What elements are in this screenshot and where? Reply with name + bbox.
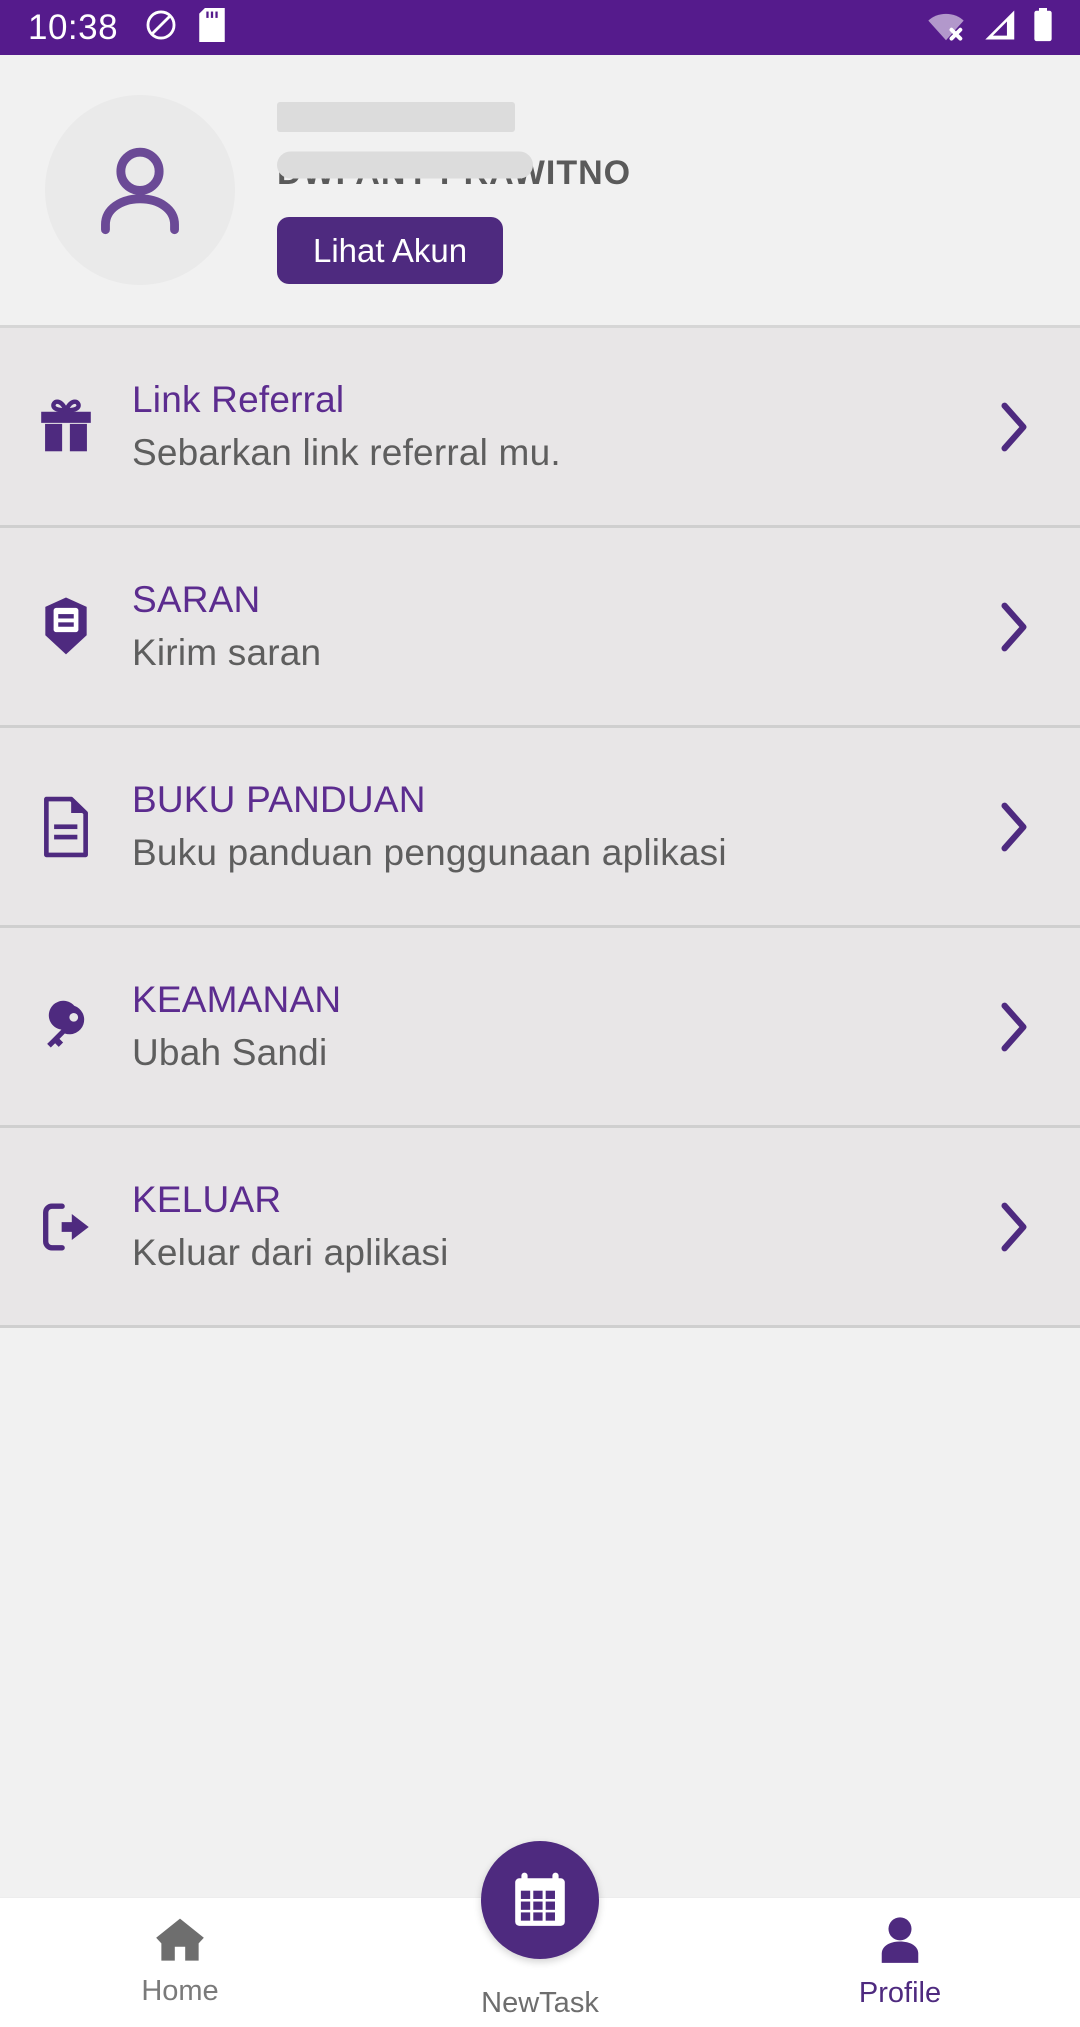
status-bar: 10:38 <box>0 0 1080 55</box>
view-account-button[interactable]: Lihat Akun <box>277 217 504 285</box>
menu-item-title: KELUAR <box>132 1178 282 1220</box>
menu-text: SARAN Kirim saran <box>132 579 984 674</box>
chevron-right-icon[interactable] <box>984 401 1044 453</box>
user-avatar-icon <box>101 147 179 235</box>
status-clock: 10:38 <box>28 8 119 47</box>
home-icon <box>154 1915 206 1968</box>
do-not-disturb-icon <box>144 8 178 47</box>
profile-header: 000456612 DWI ANY PRAWITNO Lihat Akun <box>0 55 1080 325</box>
logout-icon <box>0 1198 132 1256</box>
menu-item-title: Link Referral <box>132 378 345 420</box>
menu-item-buku-panduan[interactable]: BUKU PANDUAN Buku panduan penggunaan apl… <box>0 728 1080 928</box>
cellular-signal-icon <box>982 9 1016 46</box>
mail-envelope-icon <box>0 596 132 658</box>
new-task-fab[interactable] <box>481 1841 599 1959</box>
nav-label-home: Home <box>141 1975 219 2007</box>
menu-item-title: BUKU PANDUAN <box>132 778 426 820</box>
menu-item-keluar[interactable]: KELUAR Keluar dari aplikasi <box>0 1128 1080 1328</box>
menu-item-keamanan[interactable]: KEAMANAN Ubah Sandi <box>0 928 1080 1128</box>
menu-text: KELUAR Keluar dari aplikasi <box>132 1179 984 1274</box>
status-left-icons <box>144 8 226 47</box>
account-id-row: 000456612 <box>277 96 631 138</box>
menu-text: KEAMANAN Ubah Sandi <box>132 979 984 1074</box>
nav-item-home[interactable]: Home <box>0 1898 360 2006</box>
menu-item-title: SARAN <box>132 578 261 620</box>
avatar <box>45 95 235 285</box>
menu-item-subtitle: Kirim saran <box>132 631 322 673</box>
menu-item-title: KEAMANAN <box>132 978 342 1020</box>
key-icon <box>0 998 132 1056</box>
menu-item-saran[interactable]: SARAN Kirim saran <box>0 528 1080 728</box>
chevron-right-icon[interactable] <box>984 1001 1044 1053</box>
calendar-icon <box>515 1872 565 1926</box>
gift-icon <box>0 396 132 458</box>
person-icon <box>876 1915 924 1970</box>
bottom-nav-wrapper: Home NewTask Profile <box>0 1841 1080 2027</box>
menu-text: Link Referral Sebarkan link referral mu. <box>132 379 984 474</box>
menu-item-subtitle: Keluar dari aplikasi <box>132 1231 449 1273</box>
account-name: DWI ANY PRAWITNO <box>277 153 632 192</box>
menu-item-subtitle: Sebarkan link referral mu. <box>132 431 561 473</box>
nav-label-profile: Profile <box>858 1977 942 2009</box>
chevron-right-icon[interactable] <box>984 801 1044 853</box>
profile-info: 000456612 DWI ANY PRAWITNO Lihat Akun <box>277 96 631 285</box>
battery-full-icon <box>1032 8 1054 47</box>
menu-item-link-referral[interactable]: Link Referral Sebarkan link referral mu. <box>0 328 1080 528</box>
menu-item-subtitle: Buku panduan penggunaan aplikasi <box>132 831 727 873</box>
wifi-off-icon <box>926 9 966 46</box>
chevron-right-icon[interactable] <box>984 601 1044 653</box>
account-id: 000456612 <box>277 94 487 139</box>
status-right-icons <box>926 8 1054 47</box>
sd-card-icon <box>198 8 226 47</box>
menu-text: BUKU PANDUAN Buku panduan penggunaan apl… <box>132 779 984 874</box>
document-icon <box>0 796 132 858</box>
profile-menu-list: Link Referral Sebarkan link referral mu. <box>0 325 1080 1328</box>
menu-item-subtitle: Ubah Sandi <box>132 1031 328 1073</box>
nav-item-profile[interactable]: Profile <box>720 1898 1080 2008</box>
nav-label-newtask: NewTask <box>481 1987 599 2019</box>
account-name-row: DWI ANY PRAWITNO <box>277 138 631 192</box>
chevron-right-icon[interactable] <box>984 1201 1044 1253</box>
app-screen: 10:38 000456612 DWI ANY PRAWITNO Lihat A… <box>0 0 1080 2027</box>
